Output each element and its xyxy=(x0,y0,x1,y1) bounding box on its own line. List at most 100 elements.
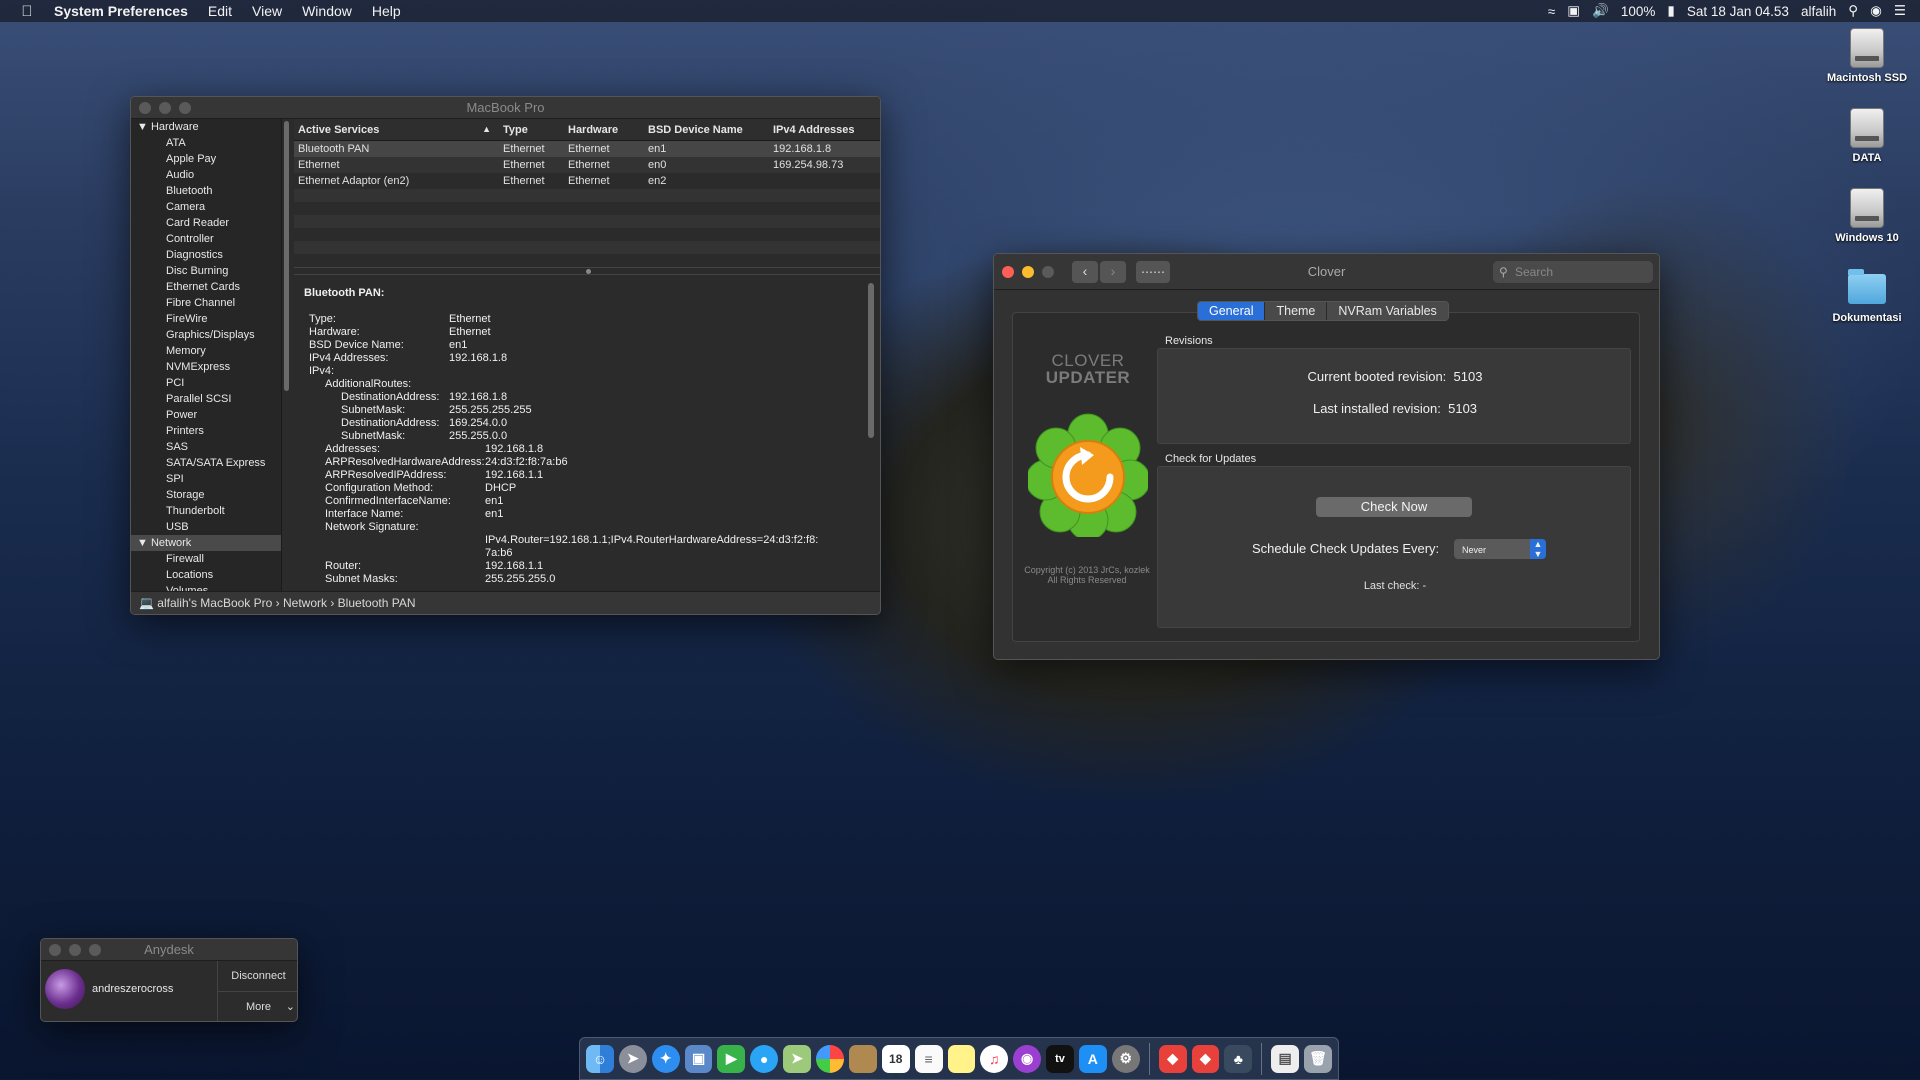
tab-general[interactable]: General xyxy=(1198,302,1266,320)
disconnect-button[interactable]: Disconnect xyxy=(218,961,297,992)
messages-icon[interactable]: ● xyxy=(750,1044,779,1073)
minimize-button[interactable] xyxy=(159,102,171,114)
podcasts-icon[interactable]: ◉ xyxy=(1013,1044,1042,1073)
anydesk-icon[interactable]: ◆ xyxy=(1158,1044,1187,1073)
menu-window[interactable]: Window xyxy=(302,3,352,19)
sidebar-item-camera[interactable]: Camera xyxy=(131,199,281,215)
window-titlebar[interactable]: ‹ › ⋯⋯ Clover ⚲ Search xyxy=(994,254,1659,290)
notification-center-icon[interactable]: ☰ xyxy=(1894,3,1906,19)
music-icon[interactable]: ♫ xyxy=(980,1044,1009,1073)
sidebar-item-audio[interactable]: Audio xyxy=(131,167,281,183)
zoom-button[interactable] xyxy=(89,944,101,956)
sidebar-item-printers[interactable]: Printers xyxy=(131,423,281,439)
clock[interactable]: Sat 18 Jan 04.53 xyxy=(1687,4,1789,19)
wifi-icon[interactable]: ≈ xyxy=(1548,4,1555,19)
safari-icon[interactable]: ✦ xyxy=(651,1044,680,1073)
search-input[interactable]: ⚲ Search xyxy=(1493,261,1653,283)
apple-menu-icon[interactable]:  xyxy=(0,3,54,20)
user-name[interactable]: alfalih xyxy=(1801,4,1836,19)
breadcrumb-network[interactable]: Network xyxy=(283,596,327,610)
clover-icon[interactable]: ♣ xyxy=(1224,1044,1253,1073)
desktop-icon-macintosh-ssd[interactable]: Macintosh SSD xyxy=(1812,28,1920,84)
volume-icon[interactable]: 🔊 xyxy=(1592,3,1609,19)
column-header-bsd[interactable]: BSD Device Name xyxy=(644,124,769,136)
sidebar-item-nvmexpress[interactable]: NVMExpress xyxy=(131,359,281,375)
sidebar-item-thunderbolt[interactable]: Thunderbolt xyxy=(131,503,281,519)
sidebar-item-card-reader[interactable]: Card Reader xyxy=(131,215,281,231)
sidebar-item-controller[interactable]: Controller xyxy=(131,231,281,247)
sidebar-item-fibre-channel[interactable]: Fibre Channel xyxy=(131,295,281,311)
appstore-icon[interactable]: A xyxy=(1078,1044,1107,1073)
tab-nvram-variables[interactable]: NVRam Variables xyxy=(1327,302,1448,320)
desktop-icon-windows-10[interactable]: Windows 10 xyxy=(1812,188,1920,244)
launchpad-icon[interactable]: ➤ xyxy=(618,1044,647,1073)
sidebar-item-ethernet-cards[interactable]: Ethernet Cards xyxy=(131,279,281,295)
forward-button[interactable]: › xyxy=(1100,261,1126,283)
battery-icon[interactable]: ▮ xyxy=(1667,3,1674,19)
sidebar-item-ata[interactable]: ATA xyxy=(131,135,281,151)
table-row[interactable]: Bluetooth PAN Ethernet Ethernet en1 192.168.… xyxy=(294,141,880,157)
notes-paper-icon[interactable] xyxy=(848,1044,877,1073)
column-header-type[interactable]: Type xyxy=(499,124,564,136)
photos-icon[interactable] xyxy=(816,1044,844,1073)
sidebar-item-usb[interactable]: USB xyxy=(131,519,281,535)
menu-edit[interactable]: Edit xyxy=(208,3,232,19)
sidebar-item-memory[interactable]: Memory xyxy=(131,343,281,359)
document-icon[interactable]: ▤ xyxy=(1271,1044,1300,1073)
tv-icon[interactable]: tv xyxy=(1046,1044,1074,1073)
sidebar-item-locations[interactable]: Locations xyxy=(131,567,281,583)
sidebar-item-bluetooth[interactable]: Bluetooth xyxy=(131,183,281,199)
sidebar-item-sas[interactable]: SAS xyxy=(131,439,281,455)
close-button[interactable] xyxy=(49,944,61,956)
menu-app-name[interactable]: System Preferences xyxy=(54,3,188,19)
column-header-active-services[interactable]: Active Services ▲ xyxy=(294,124,499,136)
window-titlebar[interactable]: MacBook Pro xyxy=(131,97,880,119)
column-header-hardware[interactable]: Hardware xyxy=(564,124,644,136)
close-button[interactable] xyxy=(139,102,151,114)
calendar-icon[interactable]: 18 xyxy=(881,1044,910,1073)
sidebar-item-apple-pay[interactable]: Apple Pay xyxy=(131,151,281,167)
close-button[interactable] xyxy=(1002,266,1014,278)
notes-icon[interactable] xyxy=(947,1044,976,1073)
sidebar-item-power[interactable]: Power xyxy=(131,407,281,423)
siri-icon[interactable]: ◉ xyxy=(1870,3,1882,19)
sidebar-item-spi[interactable]: SPI xyxy=(131,471,281,487)
detail-scrollbar[interactable] xyxy=(868,283,874,438)
finder-icon[interactable]: ☺ xyxy=(586,1044,614,1073)
display-icon[interactable]: ▣ xyxy=(1567,3,1580,19)
schedule-select[interactable]: Never ▲ ▼ xyxy=(1454,539,1546,559)
minimize-button[interactable] xyxy=(69,944,81,956)
table-row[interactable]: Ethernet Ethernet Ethernet en0 169.254.98.73 xyxy=(294,157,880,173)
zoom-button[interactable] xyxy=(179,102,191,114)
tab-theme[interactable]: Theme xyxy=(1265,302,1328,320)
sidebar-group-hardware[interactable]: ▼ Hardware xyxy=(131,119,281,135)
menu-view[interactable]: View xyxy=(252,3,282,19)
breadcrumb-bluetooth-pan[interactable]: Bluetooth PAN xyxy=(338,596,416,610)
back-button[interactable]: ‹ xyxy=(1072,261,1098,283)
sidebar-item-parallel-scsi[interactable]: Parallel SCSI xyxy=(131,391,281,407)
sidebar-scrollbar[interactable] xyxy=(281,119,291,593)
sidebar-item-graphics-displays[interactable]: Graphics/Displays xyxy=(131,327,281,343)
sidebar-item-sata-sata-express[interactable]: SATA/SATA Express xyxy=(131,455,281,471)
show-all-grid-icon[interactable]: ⋯⋯ xyxy=(1136,261,1170,283)
more-button[interactable]: More ⌄ xyxy=(218,992,297,1021)
reminders-icon[interactable]: ≡ xyxy=(914,1044,943,1073)
system-preferences-icon[interactable]: ⚙ xyxy=(1111,1044,1140,1073)
spotlight-search-icon[interactable]: ⚲ xyxy=(1848,3,1858,19)
zoom-button[interactable] xyxy=(1042,266,1054,278)
pane-splitter[interactable] xyxy=(294,267,880,275)
trash-icon[interactable]: 🗑 xyxy=(1304,1044,1332,1073)
sidebar-item-firewall[interactable]: Firewall xyxy=(131,551,281,567)
sidebar-item-storage[interactable]: Storage xyxy=(131,487,281,503)
check-now-button[interactable]: Check Now xyxy=(1316,497,1472,517)
menu-help[interactable]: Help xyxy=(372,3,401,19)
sidebar-item-diagnostics[interactable]: Diagnostics xyxy=(131,247,281,263)
column-header-ipv4[interactable]: IPv4 Addresses xyxy=(769,124,880,136)
desktop-icon-data[interactable]: DATA xyxy=(1812,108,1920,164)
sidebar-item-disc-burning[interactable]: Disc Burning xyxy=(131,263,281,279)
sidebar-item-pci[interactable]: PCI xyxy=(131,375,281,391)
breadcrumb-computer[interactable]: alfalih's MacBook Pro xyxy=(157,596,272,610)
minimize-button[interactable] xyxy=(1022,266,1034,278)
table-row[interactable]: Ethernet Adaptor (en2) Ethernet Ethernet en… xyxy=(294,173,880,189)
maps-icon[interactable]: ➤ xyxy=(783,1044,812,1073)
